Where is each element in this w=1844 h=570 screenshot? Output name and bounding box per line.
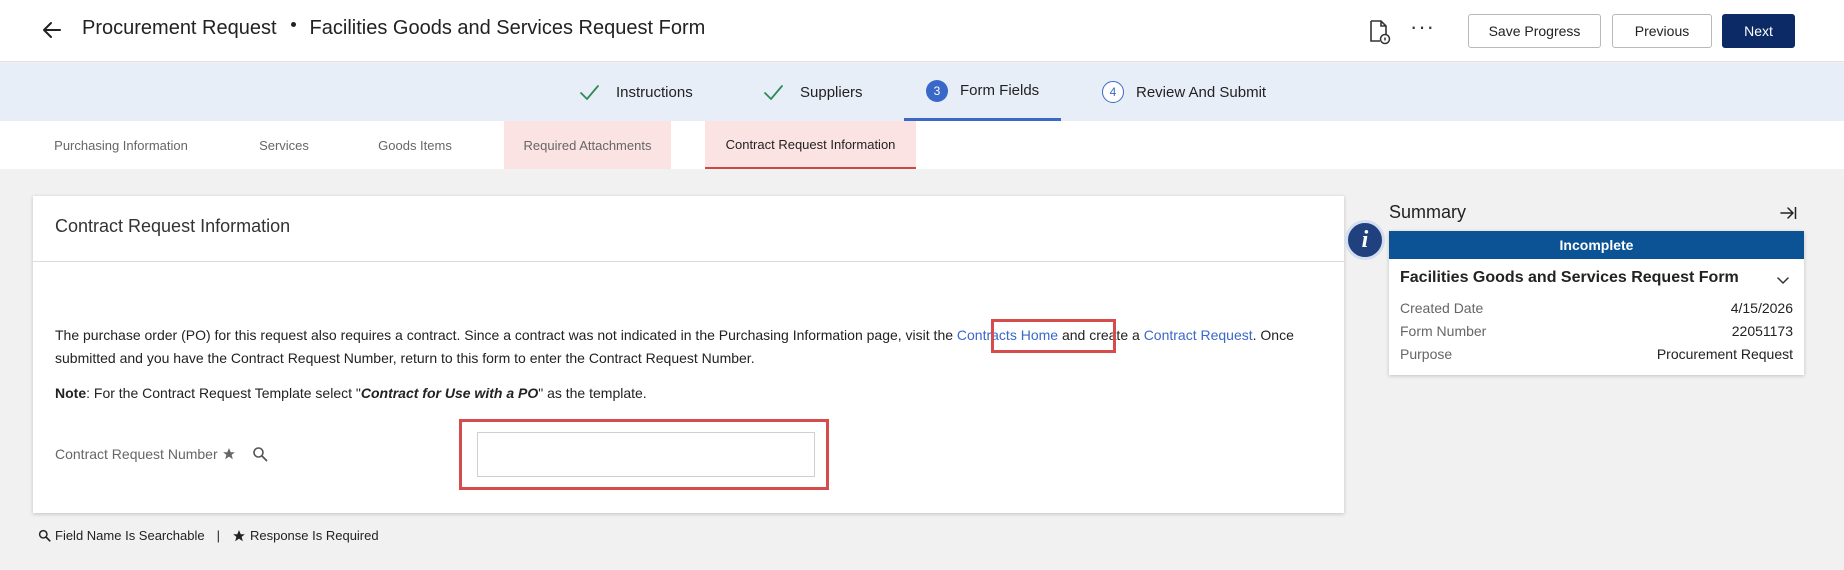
previous-button[interactable]: Previous: [1612, 14, 1712, 48]
tab-purchasing-information[interactable]: Purchasing Information: [44, 121, 198, 169]
summary-key: Purpose: [1400, 346, 1453, 362]
title-part-1: Procurement Request: [82, 17, 277, 39]
check-icon: [580, 85, 599, 100]
back-arrow-icon[interactable]: [40, 18, 64, 42]
card-divider: [33, 261, 1344, 262]
summary-row-purpose: Purpose Procurement Request: [1400, 346, 1793, 362]
legend-separator: |: [216, 528, 220, 543]
field-label-text: Contract Request Number: [55, 446, 218, 462]
star-icon: [233, 529, 245, 541]
summary-value: 22051173: [1731, 323, 1793, 339]
note-emphasis: Contract for Use with a PO: [360, 385, 539, 401]
step-number: 4: [1102, 81, 1124, 103]
summary-value: Procurement Request: [1656, 346, 1793, 362]
title-separator-dot: [290, 22, 296, 28]
tab-contract-request-information[interactable]: Contract Request Information: [705, 121, 916, 169]
step-form-fields[interactable]: 3 Form Fields: [904, 63, 1062, 121]
contract-request-card: Contract Request Information The purchas…: [33, 196, 1344, 513]
field-legend: Field Name Is Searchable | Response Is R…: [38, 528, 379, 543]
tab-required-attachments[interactable]: Required Attachments: [504, 121, 671, 169]
search-icon[interactable]: [252, 446, 268, 462]
chevron-down-icon[interactable]: [1776, 273, 1790, 287]
legend-searchable: Field Name Is Searchable: [55, 528, 205, 543]
more-icon[interactable]: ···: [1410, 16, 1440, 40]
next-button[interactable]: Next: [1722, 14, 1795, 48]
step-instructions[interactable]: Instructions: [578, 63, 693, 121]
card-title: Contract Request Information: [55, 216, 291, 236]
tab-goods-items[interactable]: Goods Items: [372, 121, 458, 169]
summary-value: 4/15/2026: [1730, 300, 1793, 316]
summary-title: Summary: [1389, 202, 1467, 222]
info-icon[interactable]: i: [1345, 220, 1385, 260]
tab-services[interactable]: Services: [252, 121, 316, 169]
instruction-paragraph: The purchase order (PO) for this request…: [55, 324, 1325, 370]
title-part-2: Facilities Goods and Services Request Fo…: [309, 17, 706, 39]
step-label: Suppliers: [800, 83, 863, 101]
step-label: Review And Submit: [1136, 83, 1267, 101]
note-text-1: : For the Contract Request Template sele…: [86, 385, 361, 401]
check-icon: [764, 85, 783, 100]
summary-card: Incomplete Facilities Goods and Services…: [1389, 231, 1804, 375]
summary-key: Created Date: [1400, 300, 1484, 316]
search-icon: [38, 529, 51, 542]
summary-form-name: Facilities Goods and Services Request Fo…: [1400, 269, 1739, 286]
section-tabs: Purchasing Information Services Goods It…: [0, 121, 1844, 169]
step-number: 3: [926, 79, 948, 102]
step-label: Form Fields: [960, 82, 1040, 99]
status-badge: Incomplete: [1389, 231, 1804, 259]
contract-request-number-label: Contract Request Number: [55, 446, 268, 462]
template-note: Note: For the Contract Request Template …: [55, 385, 647, 401]
para-text-1: The purchase order (PO) for this request…: [55, 327, 957, 343]
summary-row-created-date: Created Date 4/15/2026: [1400, 300, 1793, 316]
progress-stepper: Instructions Suppliers 3 Form Fields 4 R…: [0, 63, 1844, 121]
step-suppliers[interactable]: Suppliers: [762, 63, 863, 121]
contract-request-link[interactable]: Contract Request: [1144, 327, 1253, 343]
app-header: Procurement Request Facilities Goods and …: [0, 0, 1844, 62]
step-label: Instructions: [616, 83, 693, 101]
page-title: Procurement Request Facilities Goods and …: [82, 17, 705, 40]
para-text-2: and create a: [1058, 327, 1144, 343]
note-label: Note: [55, 385, 87, 401]
note-text-2: " as the template.: [538, 385, 647, 401]
star-icon: [222, 448, 235, 460]
legend-required: Response Is Required: [249, 528, 379, 543]
contracts-home-link[interactable]: Contracts Home: [957, 327, 1058, 343]
step-review-and-submit[interactable]: 4 Review And Submit: [1102, 63, 1266, 121]
summary-key: Form Number: [1400, 323, 1487, 339]
document-info-icon[interactable]: [1367, 19, 1391, 45]
save-progress-button[interactable]: Save Progress: [1468, 14, 1601, 48]
contract-request-number-input[interactable]: [477, 432, 815, 477]
summary-row-form-number: Form Number 22051173: [1400, 323, 1793, 339]
collapse-panel-icon[interactable]: [1778, 203, 1798, 223]
